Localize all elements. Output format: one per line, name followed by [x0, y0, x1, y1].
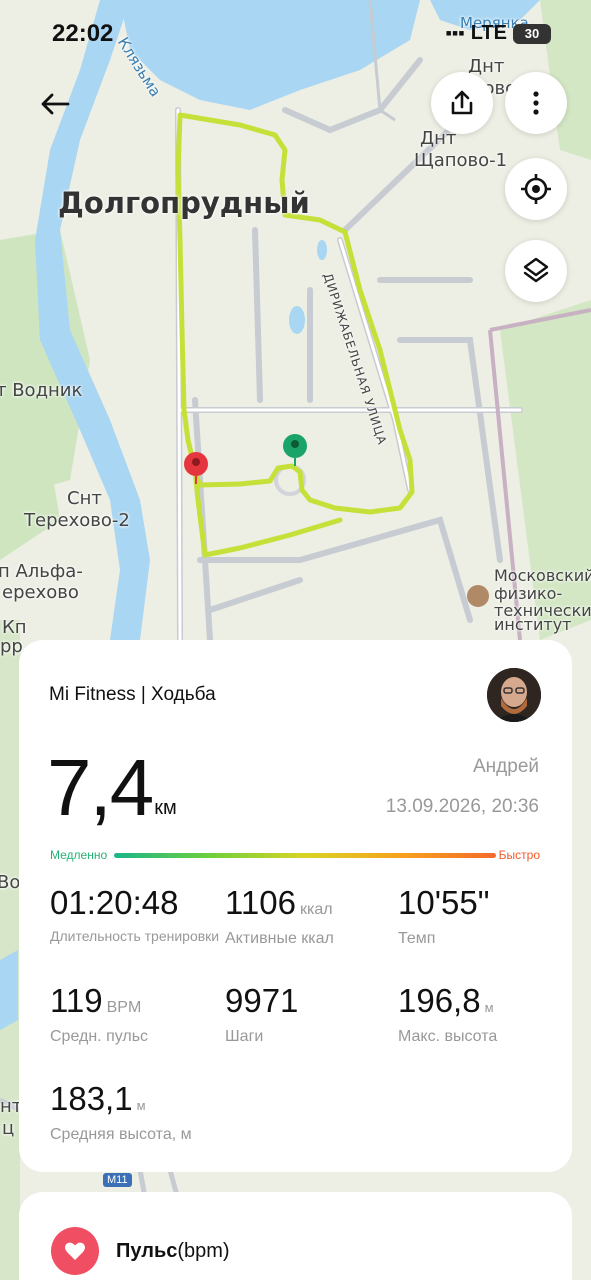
distance-value: 7,4	[47, 743, 154, 832]
stat-value: 196,8	[398, 982, 481, 1019]
locate-button[interactable]	[505, 158, 567, 220]
heart-icon	[51, 1227, 99, 1275]
map-label-city: Долгопрудный	[58, 186, 310, 220]
stat-label: Средн. пульс	[50, 1028, 149, 1045]
stat-active-kcal: 1106 ккал Активные ккал	[225, 884, 334, 950]
user-name: Андрей	[473, 756, 539, 777]
stat-unit: м	[484, 1000, 494, 1015]
map-label-vodnik: т Водник	[0, 380, 83, 401]
workout-datetime: 13.09.2026, 20:36	[385, 796, 539, 817]
stat-label: Длительность тренировки	[50, 928, 220, 944]
map-label-edge-ts: ц	[2, 1118, 15, 1139]
stat-value: 01:20:48	[50, 884, 179, 921]
stat-value: 119	[50, 982, 103, 1019]
university-icon	[467, 585, 489, 607]
layers-button[interactable]	[505, 240, 567, 302]
pace-fast-label: Быстро	[498, 848, 540, 862]
map-label-kp: Кп	[2, 617, 27, 638]
locate-icon	[521, 174, 551, 204]
stat-value: 183,1	[50, 1080, 133, 1117]
battery-icon: 30	[513, 23, 551, 44]
pulse-card[interactable]: Пульс(bpm)	[19, 1192, 572, 1280]
stat-label: Шаги	[225, 1028, 264, 1045]
workout-app-title: Mi Fitness | Ходьба	[49, 684, 216, 705]
map-label-erekhovo: ерехово	[2, 582, 79, 603]
signal-icon: ▪▪▪	[445, 23, 465, 43]
share-icon	[451, 90, 473, 115]
more-button[interactable]	[505, 72, 567, 134]
user-avatar-image	[487, 668, 541, 722]
workout-summary-card: Mi Fitness | Ходьба 7,4 км Андрей 13.09.…	[19, 640, 572, 1172]
map-label-mipt4: институт	[494, 615, 572, 634]
stat-label: Макс. высота	[398, 1028, 498, 1045]
stat-avg-altitude: 183,1 м Средняя высота, м	[50, 1080, 192, 1146]
map-label-mipt1: Московский	[494, 566, 591, 585]
pulse-title-bold: Пульс	[116, 1240, 178, 1262]
stat-max-altitude: 196,8 м Макс. высота	[398, 982, 497, 1048]
pulse-card-title: Пульс(bpm)	[116, 1240, 230, 1263]
distance: 7,4 км	[47, 748, 177, 828]
road-badge: M11	[103, 1173, 132, 1187]
status-bar: 22:02 ▪▪▪ LTE 30	[0, 0, 591, 68]
arrow-left-icon	[41, 93, 70, 115]
back-button[interactable]	[34, 84, 78, 128]
map-label-kp-alfa: п Альфа-	[0, 561, 83, 582]
map-label-shchapovo: Щапово-1	[414, 150, 508, 171]
stat-avg-heart-rate: 119 BPM Средн. пульс	[50, 982, 148, 1048]
stat-value: 9971	[225, 982, 299, 1019]
more-vertical-icon	[533, 91, 539, 115]
stat-value: 1106	[225, 884, 296, 921]
pulse-title-unit: (bpm)	[177, 1240, 230, 1262]
pace-slow-label: Медленно	[50, 848, 108, 862]
stat-unit: м	[136, 1098, 146, 1113]
share-button[interactable]	[431, 72, 493, 134]
stat-unit: ккал	[299, 901, 333, 918]
pace-gradient-bar	[114, 853, 496, 858]
distance-unit: км	[154, 797, 177, 819]
map-label-terekhovo: Терехово-2	[24, 510, 130, 531]
layers-icon	[523, 257, 549, 283]
map-label-kp2: рр	[0, 636, 23, 657]
network-type: LTE	[470, 22, 507, 44]
stat-steps: 9971 Шаги	[225, 982, 298, 1048]
stat-label: Активные ккал	[225, 930, 334, 947]
stat-label: Средняя высота, м	[50, 1126, 192, 1143]
stat-pace: 10'55" Темп	[398, 884, 489, 950]
status-time: 22:02	[52, 20, 114, 47]
stat-duration: 01:20:48 Длительность тренировки	[50, 884, 220, 946]
stat-unit: BPM	[106, 999, 142, 1016]
status-indicators: ▪▪▪ LTE 30	[446, 22, 551, 45]
map-label-edge-vo: Во	[0, 872, 21, 893]
stat-label: Темп	[398, 930, 436, 947]
stat-value: 10'55"	[398, 884, 490, 921]
avatar[interactable]	[487, 668, 541, 722]
map-label-snt: Снт	[67, 488, 102, 509]
